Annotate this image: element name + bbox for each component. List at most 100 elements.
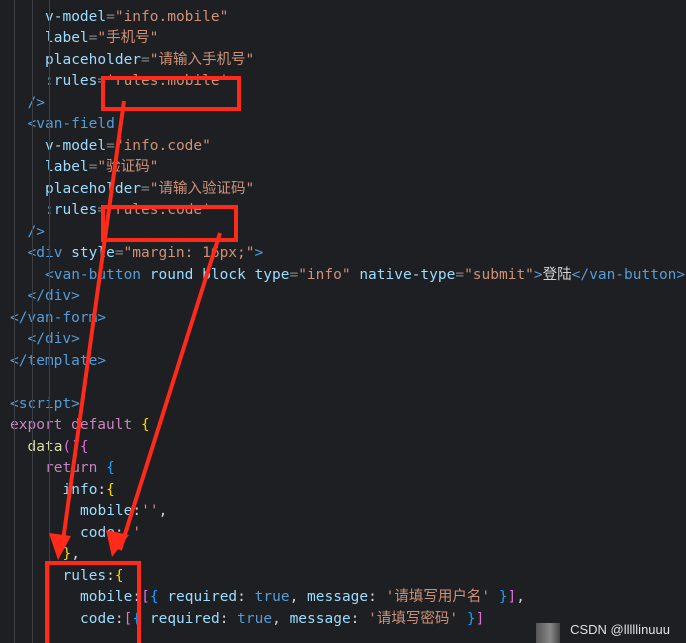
code-token: = xyxy=(97,202,107,218)
code-token: /> xyxy=(27,223,45,240)
code-token: 'rules.code' xyxy=(106,202,211,218)
code-token: > xyxy=(533,266,543,283)
code-line[interactable]: <script> xyxy=(10,394,80,416)
code-token: code xyxy=(80,524,115,541)
code-token: = xyxy=(141,180,150,197)
code-token: : xyxy=(132,503,142,519)
code-line[interactable]: code:[{ required: true, message: '请填写密码'… xyxy=(80,609,484,631)
code-line[interactable]: /> xyxy=(28,93,45,115)
code-token: code xyxy=(80,610,115,627)
code-token: :rules xyxy=(45,202,98,218)
code-token: ] xyxy=(507,589,517,605)
code-line[interactable]: placeholder="请输入验证码" xyxy=(45,179,254,201)
code-token: : xyxy=(132,589,142,605)
thumbnail-fragment xyxy=(536,623,560,643)
code-line[interactable]: v-model="info.code" xyxy=(45,136,211,158)
code-line[interactable]: code:'' xyxy=(80,523,141,545)
code-token: mobile xyxy=(80,503,133,519)
code-token: "请输入验证码" xyxy=(149,180,255,197)
code-token: native-type xyxy=(359,266,456,283)
code-line[interactable]: return { xyxy=(45,458,115,480)
csdn-watermark: CSDN @lllllinuuu xyxy=(570,622,670,637)
code-token: rules xyxy=(62,567,107,584)
code-token: mobile xyxy=(80,589,133,605)
code-token: <script> xyxy=(10,395,80,412)
code-token: { xyxy=(149,589,159,605)
code-line[interactable]: mobile:[{ required: true, message: '请填写用… xyxy=(80,587,525,609)
code-token: message xyxy=(289,610,351,627)
code-line[interactable]: label="验证码" xyxy=(45,157,158,179)
code-token: "submit" xyxy=(464,266,534,283)
code-line[interactable]: label="手机号" xyxy=(45,28,158,50)
code-line[interactable]: </div> xyxy=(28,286,80,308)
code-token: </div> xyxy=(27,288,80,304)
code-token: required xyxy=(149,610,220,627)
code-token: export default xyxy=(10,417,141,433)
code-line[interactable]: </div> xyxy=(28,329,80,351)
code-token: { xyxy=(106,481,115,498)
code-line[interactable]: /> xyxy=(28,222,45,244)
code-token: "margin: 16px;" xyxy=(123,245,255,261)
code-line[interactable]: :rules='rules.code' xyxy=(45,200,211,222)
code-token: { xyxy=(140,417,150,433)
code-token: true xyxy=(237,610,273,627)
code-line[interactable]: }, xyxy=(63,544,80,566)
code-token: placeholder xyxy=(45,51,142,68)
code-line[interactable]: <van-button round block type="info" nati… xyxy=(45,265,685,287)
code-token: label xyxy=(45,30,89,46)
code-line[interactable]: </van-form> xyxy=(10,308,106,330)
code-token: '请填写用户名' xyxy=(385,589,491,605)
code-token: } xyxy=(498,589,508,605)
indent-guide xyxy=(49,0,50,643)
code-token: () xyxy=(62,438,80,455)
code-line[interactable]: <van-field xyxy=(28,114,115,136)
code-token: 'rules.mobile' xyxy=(106,73,229,89)
code-token: '' xyxy=(123,524,142,541)
code-token: "info.code" xyxy=(114,137,211,154)
code-token: "请输入手机号" xyxy=(149,51,255,68)
code-token: , xyxy=(289,589,308,605)
code-token: = xyxy=(106,137,115,154)
code-editor[interactable]: <van-fieldv-model="info.mobile"label="手机… xyxy=(0,0,686,643)
code-token: '请填写密码' xyxy=(368,610,459,627)
code-token: <van-button xyxy=(45,266,150,283)
code-token: , xyxy=(272,610,290,627)
code-token: /> xyxy=(27,94,45,111)
code-token: </div> xyxy=(27,331,80,347)
code-token: , xyxy=(71,546,80,562)
code-token: > xyxy=(254,245,264,261)
code-token: } xyxy=(466,610,476,627)
code-line[interactable]: mobile:'', xyxy=(80,501,167,523)
code-token: , xyxy=(158,503,168,519)
code-line[interactable]: data(){ xyxy=(28,437,89,459)
code-line[interactable]: v-model="info.mobile" xyxy=(45,7,228,29)
code-line[interactable]: </template> xyxy=(10,351,106,373)
code-token: :rules xyxy=(45,73,98,89)
code-token: message xyxy=(307,589,369,605)
code-token: : xyxy=(368,589,386,605)
indent-guide xyxy=(31,0,33,643)
code-token: = xyxy=(114,245,124,261)
code-token: ] xyxy=(475,610,485,627)
code-token: { xyxy=(132,610,142,627)
code-token: style xyxy=(71,245,115,261)
code-token: [ xyxy=(141,589,150,605)
code-token: "info" xyxy=(298,266,351,283)
code-token: return xyxy=(45,460,107,476)
code-line[interactable]: :rules='rules.mobile' xyxy=(45,71,228,93)
code-token: = xyxy=(97,73,107,89)
code-token: "验证码" xyxy=(97,159,159,175)
code-token: , xyxy=(516,589,526,605)
code-token: : xyxy=(350,610,369,627)
code-token: = xyxy=(289,266,299,283)
code-token: = xyxy=(455,266,465,283)
code-token: "手机号" xyxy=(97,30,159,46)
code-line[interactable]: <div style="margin: 16px;"> xyxy=(28,243,264,265)
code-token: '' xyxy=(141,503,159,519)
code-line[interactable]: info:{ xyxy=(63,480,115,502)
code-token: : xyxy=(114,524,124,541)
code-token: </template> xyxy=(10,352,107,369)
code-line[interactable]: placeholder="请输入手机号" xyxy=(45,50,254,72)
code-line[interactable]: rules:{ xyxy=(63,566,124,588)
